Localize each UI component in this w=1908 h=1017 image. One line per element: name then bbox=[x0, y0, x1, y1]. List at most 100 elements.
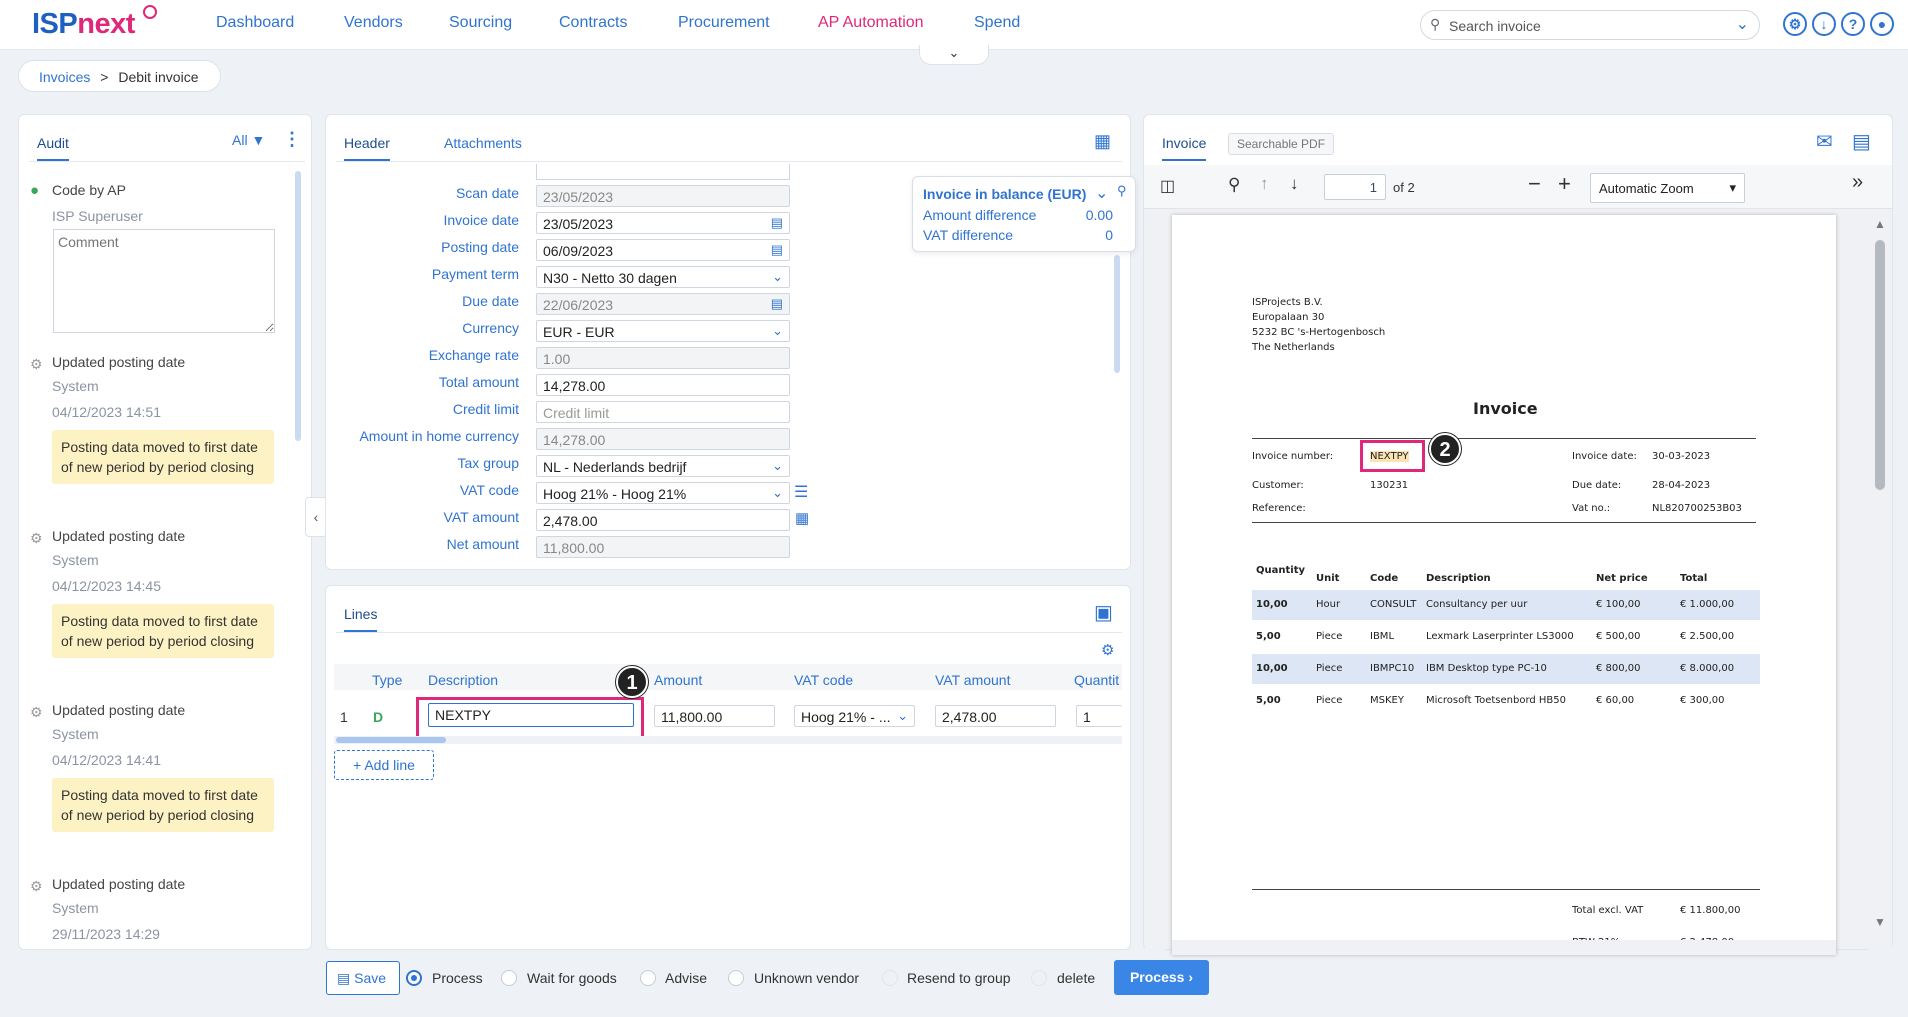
nav-contracts[interactable]: Contracts bbox=[559, 14, 627, 32]
audit-entry: ⚙ Updated posting date System 04/12/2023… bbox=[28, 528, 278, 658]
pdf-table-cell: IBM Desktop type PC-10 bbox=[1426, 663, 1547, 674]
col-description: Description bbox=[428, 672, 499, 688]
vat-code-select[interactable]: Hoog 21% - Hoog 21% ⌄ bbox=[536, 482, 790, 504]
chevron-down-icon[interactable]: ⌄ bbox=[1095, 183, 1108, 203]
chevron-down-icon: ⌄ bbox=[772, 485, 783, 500]
zoom-in-icon[interactable]: + bbox=[1558, 171, 1571, 197]
line-vat-amount-input[interactable]: 2,478.00 bbox=[935, 705, 1056, 727]
app-logo[interactable]: ISPnext bbox=[32, 8, 135, 41]
net-amount-field: 11,800.00 bbox=[536, 536, 790, 558]
save-button[interactable]: ▤ Save bbox=[326, 961, 400, 995]
settings-gear-icon[interactable]: ⚙ bbox=[1783, 12, 1807, 36]
pdf-table-cell: € 2.500,00 bbox=[1680, 631, 1735, 642]
radio-unknown-vendor[interactable] bbox=[728, 970, 744, 986]
nav-dashboard[interactable]: Dashboard bbox=[216, 14, 294, 32]
invoice-date-field[interactable]: 23/05/2023 ▤ bbox=[536, 212, 790, 234]
pin-icon[interactable]: ⚲ bbox=[1117, 183, 1127, 199]
radio-advise[interactable] bbox=[640, 970, 656, 986]
breadcrumb-invoices[interactable]: Invoices bbox=[39, 69, 90, 85]
line-description-input[interactable]: NEXTPY bbox=[428, 703, 634, 727]
download-icon[interactable]: ↓ bbox=[1812, 12, 1836, 36]
vat-amount-field[interactable]: 2,478.00 bbox=[536, 509, 790, 531]
pdf-table-cell: € 8.000,00 bbox=[1680, 663, 1735, 674]
credit-limit-field[interactable]: Credit limit bbox=[536, 401, 790, 423]
total-amount-field[interactable]: 14,278.00 bbox=[536, 374, 790, 396]
list-icon[interactable]: ☰ bbox=[794, 482, 808, 502]
comment-textarea[interactable] bbox=[53, 229, 275, 333]
pdf-table-cell: CONSULT bbox=[1370, 599, 1417, 610]
page-number-input[interactable]: 1 bbox=[1324, 174, 1386, 200]
nav-procurement[interactable]: Procurement bbox=[678, 14, 770, 32]
pdf-table-cell: Lexmark Laserprinter LS3000 bbox=[1426, 631, 1574, 642]
chart-icon[interactable]: ▦ bbox=[1094, 131, 1111, 152]
posting-date-field[interactable]: 06/09/2023 ▤ bbox=[536, 239, 790, 261]
header-scrollbar[interactable] bbox=[1114, 255, 1120, 373]
gear-icon[interactable]: ⚙ bbox=[1101, 641, 1114, 659]
pdf-table-cell: € 300,00 bbox=[1680, 695, 1725, 706]
line-vat-code-select[interactable]: Hoog 21% - ... ⌄ bbox=[794, 705, 915, 727]
collapse-header-toggle[interactable]: ⌄ bbox=[919, 45, 989, 65]
gear-icon: ⚙ bbox=[30, 704, 43, 720]
payment-term-select[interactable]: N30 - Netto 30 dagen ⌄ bbox=[536, 266, 790, 288]
col-type: Type bbox=[372, 672, 403, 688]
line-amount-input[interactable]: 11,800.00 bbox=[654, 705, 775, 727]
calculator-icon[interactable]: ▦ bbox=[795, 509, 809, 527]
email-icon[interactable]: ✉ bbox=[1816, 129, 1833, 154]
collapse-audit-toggle[interactable]: ‹ bbox=[305, 497, 327, 537]
add-line-button[interactable]: + Add line bbox=[334, 750, 434, 780]
search-icon[interactable]: ⚲ bbox=[1228, 175, 1240, 195]
col-vat-amount: VAT amount bbox=[935, 672, 1011, 688]
chevron-down-icon: ⌄ bbox=[897, 708, 908, 723]
pdf-table-cell: 5,00 bbox=[1256, 695, 1281, 706]
next-page-icon[interactable]: ↓ bbox=[1290, 174, 1299, 194]
nav-ap-automation[interactable]: AP Automation bbox=[818, 14, 924, 32]
breadcrumb: Invoices > Debit invoice bbox=[18, 60, 221, 92]
tab-lines[interactable]: Lines bbox=[344, 606, 378, 632]
audit-scrollbar[interactable] bbox=[295, 171, 301, 441]
audit-filter[interactable]: All ▼ bbox=[232, 132, 265, 148]
calendar-icon[interactable]: ▤ bbox=[771, 242, 783, 258]
calendar-icon[interactable]: ▤ bbox=[771, 215, 783, 231]
tab-audit[interactable]: Audit bbox=[37, 135, 69, 161]
pdf-table-cell: IBMPC10 bbox=[1370, 663, 1415, 674]
scroll-up-icon[interactable]: ▲ bbox=[1874, 217, 1886, 231]
previous-page-icon[interactable]: ↑ bbox=[1260, 174, 1269, 194]
pdf-scrollbar[interactable] bbox=[1875, 240, 1885, 490]
split-view-icon[interactable]: ▤ bbox=[1852, 129, 1871, 154]
col-vat-code: VAT code bbox=[794, 672, 854, 688]
radio-delete[interactable] bbox=[1031, 970, 1047, 986]
help-icon[interactable]: ? bbox=[1841, 12, 1865, 36]
vat-code-label: VAT code bbox=[459, 482, 519, 498]
scroll-down-icon[interactable]: ▼ bbox=[1874, 915, 1886, 929]
chevron-down-icon[interactable]: ⌄ bbox=[1736, 14, 1749, 34]
line-layout-icon[interactable]: ▣ bbox=[1094, 600, 1113, 625]
zoom-out-icon[interactable]: − bbox=[1528, 171, 1541, 197]
more-options-icon[interactable]: ⋮ bbox=[283, 129, 301, 150]
tax-group-label: Tax group bbox=[457, 455, 519, 471]
zoom-select[interactable]: Automatic Zoom ▾ bbox=[1590, 173, 1745, 203]
pdf-table-cell: 10,00 bbox=[1256, 599, 1288, 610]
lines-horizontal-scrollbar[interactable] bbox=[336, 737, 446, 743]
line-quantity-input[interactable]: 1 bbox=[1076, 705, 1122, 727]
currency-select[interactable]: EUR - EUR ⌄ bbox=[536, 320, 790, 342]
process-button[interactable]: Process › bbox=[1114, 960, 1209, 995]
radio-process[interactable] bbox=[406, 970, 422, 986]
more-tools-icon[interactable]: » bbox=[1852, 171, 1863, 194]
pdf-table-cell: € 60,00 bbox=[1596, 695, 1635, 706]
user-profile-icon[interactable]: ● bbox=[1870, 12, 1894, 36]
resize-handle[interactable] bbox=[536, 164, 790, 180]
sidebar-toggle-icon[interactable]: ◫ bbox=[1160, 176, 1175, 196]
radio-wait-for-goods[interactable] bbox=[501, 970, 517, 986]
credit-limit-label: Credit limit bbox=[452, 401, 519, 417]
pdf-table-cell: € 100,00 bbox=[1596, 599, 1641, 610]
user-icon: ● bbox=[30, 182, 40, 199]
vat-difference-value: 0 bbox=[1105, 227, 1113, 243]
radio-resend-to-group[interactable] bbox=[882, 970, 898, 986]
tab-searchable-pdf[interactable]: Searchable PDF bbox=[1228, 133, 1335, 155]
nav-spend[interactable]: Spend bbox=[974, 14, 1020, 32]
search-invoice-input[interactable]: ⚲ Search invoice ⌄ bbox=[1420, 10, 1760, 40]
audit-entry-code-by-ap: ● Code by AP ISP Superuser bbox=[30, 182, 143, 224]
tab-invoice[interactable]: Invoice bbox=[1162, 135, 1207, 161]
tax-group-select[interactable]: NL - Nederlands bedrijf ⌄ bbox=[536, 455, 790, 477]
chevron-down-icon: ⌄ bbox=[772, 269, 783, 284]
